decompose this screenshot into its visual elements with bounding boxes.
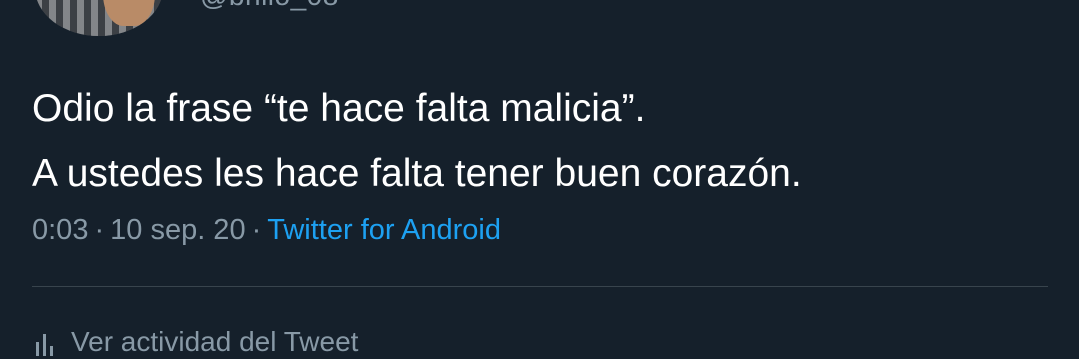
tweet-text-line-1: Odio la frase “te hace falta malicia”. <box>32 87 646 130</box>
tweet-activity-label: Ver actividad del Tweet <box>71 326 359 357</box>
tweet-activity-button[interactable]: Ver actividad del Tweet <box>36 326 358 358</box>
tweet-text: Odio la frase “te hace falta malicia”. A… <box>32 76 1062 206</box>
tweet-meta: 0:03 · 10 sep. 20 · Twitter for Android <box>32 214 501 247</box>
meta-separator: · <box>94 214 105 246</box>
tweet-text-line-2: A ustedes les hace falta tener buen cora… <box>32 152 802 195</box>
bar-chart-icon <box>36 332 53 356</box>
tweet-detail: @bnilo_08 Odio la frase “te hace falta m… <box>0 0 1079 359</box>
tweet-date[interactable]: 10 sep. 20 <box>110 214 245 246</box>
avatar[interactable] <box>35 0 163 36</box>
meta-separator: · <box>251 214 262 246</box>
tweet-source-link[interactable]: Twitter for Android <box>267 214 501 246</box>
tweet-time[interactable]: 0:03 <box>32 214 88 246</box>
divider <box>32 286 1048 287</box>
user-handle[interactable]: @bnilo_08 <box>200 0 339 12</box>
